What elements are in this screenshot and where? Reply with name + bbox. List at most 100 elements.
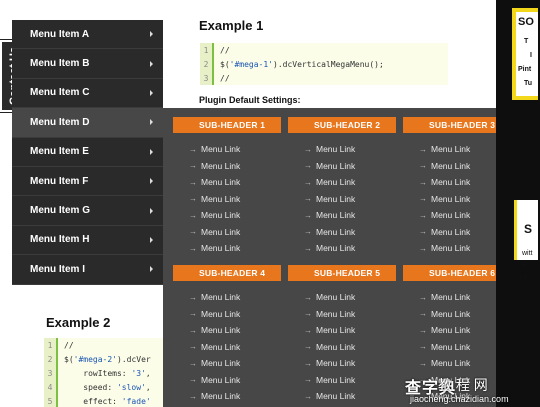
- menu-link[interactable]: → Menu Link: [173, 158, 281, 175]
- menu-link-label: Menu Link: [316, 210, 356, 221]
- menu-link[interactable]: → Menu Link: [288, 355, 396, 372]
- menu-link[interactable]: → Menu Link: [173, 191, 281, 208]
- menu-link[interactable]: → Menu Link: [403, 191, 511, 208]
- menu-link[interactable]: → Menu Link: [403, 306, 511, 323]
- code-line: 3 //: [200, 71, 448, 85]
- menu-link-label: Menu Link: [201, 144, 241, 155]
- example-1-title: Example 1: [199, 18, 264, 33]
- menu-link[interactable]: → Menu Link: [288, 224, 396, 241]
- arrow-right-icon: →: [304, 177, 312, 187]
- menu-link[interactable]: → Menu Link: [173, 207, 281, 224]
- arrow-right-icon: →: [189, 177, 197, 187]
- menu-link[interactable]: → Menu Link: [288, 289, 396, 306]
- sub-header[interactable]: SUB-HEADER 5: [288, 265, 396, 281]
- menu-item-label: Menu Item F: [30, 175, 89, 187]
- menu-link-label: Menu Link: [201, 391, 241, 402]
- menu-link-label: Menu Link: [316, 325, 356, 336]
- chevron-right-icon: [150, 89, 153, 96]
- menu-link-label: Menu Link: [201, 243, 241, 254]
- menu-item-a[interactable]: Menu Item A: [12, 20, 163, 50]
- sub-header[interactable]: SUB-HEADER 6: [403, 265, 511, 281]
- menu-item-h[interactable]: Menu Item H: [12, 226, 163, 256]
- menu-link[interactable]: → Menu Link: [173, 355, 281, 372]
- menu-link[interactable]: → Menu Link: [288, 306, 396, 323]
- menu-item-e[interactable]: Menu Item E: [12, 138, 163, 167]
- menu-item-d[interactable]: Menu Item D: [12, 108, 163, 138]
- menu-link[interactable]: → Menu Link: [288, 207, 396, 224]
- mega-dropdown: SUB-HEADER 1 → Menu Link → Menu Link → Menu Li…: [163, 108, 524, 407]
- menu-item-c[interactable]: Menu Item C: [12, 79, 163, 109]
- menu-link[interactable]: → Menu Link: [173, 240, 281, 257]
- sub-header[interactable]: SUB-HEADER 1: [173, 117, 281, 133]
- arrow-right-icon: →: [304, 309, 312, 319]
- side-text: witt: [522, 250, 533, 257]
- menu-link[interactable]: → Menu Link: [288, 372, 396, 389]
- arrow-right-icon: →: [304, 292, 312, 302]
- sub-header[interactable]: SUB-HEADER 2: [288, 117, 396, 133]
- mega-column: SUB-HEADER 1 → Menu Link → Menu Link → Menu Li…: [173, 117, 281, 257]
- menu-link-label: Menu Link: [431, 144, 471, 155]
- menu-link[interactable]: → Menu Link: [403, 174, 511, 191]
- mega-column: SUB-HEADER 3 → Menu Link → Menu Link → Menu Li…: [403, 117, 511, 257]
- arrow-right-icon: →: [304, 227, 312, 237]
- menu-item-i[interactable]: Menu Item I: [12, 255, 163, 285]
- code-text: //: [220, 73, 230, 83]
- arrow-right-icon: →: [189, 194, 197, 204]
- menu-item-f[interactable]: Menu Item F: [12, 167, 163, 197]
- mega-column: SUB-HEADER 5 → Menu Link → Menu Link → Menu Li…: [288, 265, 396, 405]
- menu-link[interactable]: → Menu Link: [288, 322, 396, 339]
- menu-link[interactable]: → Menu Link: [173, 224, 281, 241]
- code-line: 1 //: [44, 338, 174, 352]
- menu-link-label: Menu Link: [316, 177, 356, 188]
- menu-link[interactable]: → Menu Link: [173, 306, 281, 323]
- menu-link-label: Menu Link: [201, 193, 241, 204]
- menu-link[interactable]: → Menu Link: [173, 289, 281, 306]
- menu-link[interactable]: → Menu Link: [403, 141, 511, 158]
- menu-link[interactable]: → Menu Link: [173, 174, 281, 191]
- arrow-right-icon: →: [304, 161, 312, 171]
- chevron-right-icon: [150, 207, 153, 214]
- menu-link[interactable]: → Menu Link: [403, 355, 511, 372]
- line-number: 5: [44, 394, 58, 407]
- code-text: ,: [145, 368, 151, 378]
- arrow-right-icon: →: [419, 342, 427, 352]
- menu-link[interactable]: → Menu Link: [403, 339, 511, 356]
- chevron-right-icon: [150, 119, 153, 126]
- code-text: ).dcVer: [117, 354, 151, 364]
- menu-link[interactable]: → Menu Link: [403, 289, 511, 306]
- menu-link[interactable]: → Menu Link: [288, 158, 396, 175]
- menu-link[interactable]: → Menu Link: [173, 322, 281, 339]
- side-text: Tu: [524, 80, 533, 87]
- menu-link-label: Menu Link: [201, 160, 241, 171]
- menu-link[interactable]: → Menu Link: [288, 141, 396, 158]
- code-text: rowItems:: [64, 368, 132, 378]
- menu-link[interactable]: → Menu Link: [403, 224, 511, 241]
- menu-link[interactable]: → Menu Link: [173, 372, 281, 389]
- code-line: 4 speed: 'slow',: [44, 380, 174, 394]
- menu-item-g[interactable]: Menu Item G: [12, 196, 163, 226]
- menu-item-b[interactable]: Menu Item B: [12, 49, 163, 79]
- menu-link-label: Menu Link: [431, 292, 471, 303]
- mega-column: SUB-HEADER 2 → Menu Link → Menu Link → Menu Li…: [288, 117, 396, 257]
- menu-link[interactable]: → Menu Link: [288, 191, 396, 208]
- menu-link-label: Menu Link: [431, 193, 471, 204]
- menu-link[interactable]: → Menu Link: [173, 141, 281, 158]
- menu-link[interactable]: → Menu Link: [288, 240, 396, 257]
- menu-link-label: Menu Link: [316, 358, 356, 369]
- line-number: 3: [200, 71, 214, 85]
- menu-link[interactable]: → Menu Link: [288, 339, 396, 356]
- sub-header[interactable]: SUB-HEADER 4: [173, 265, 281, 281]
- menu-link[interactable]: → Menu Link: [403, 322, 511, 339]
- menu-link[interactable]: → Menu Link: [288, 388, 396, 405]
- menu-link[interactable]: → Menu Link: [288, 174, 396, 191]
- arrow-right-icon: →: [304, 358, 312, 368]
- menu-link-label: Menu Link: [316, 243, 356, 254]
- arrow-right-icon: →: [419, 210, 427, 220]
- sub-header[interactable]: SUB-HEADER 3: [403, 117, 511, 133]
- menu-link[interactable]: → Menu Link: [403, 158, 511, 175]
- menu-link[interactable]: → Menu Link: [173, 388, 281, 405]
- menu-link[interactable]: → Menu Link: [173, 339, 281, 356]
- menu-link[interactable]: → Menu Link: [403, 207, 511, 224]
- menu-link-label: Menu Link: [201, 358, 241, 369]
- menu-link[interactable]: → Menu Link: [403, 240, 511, 257]
